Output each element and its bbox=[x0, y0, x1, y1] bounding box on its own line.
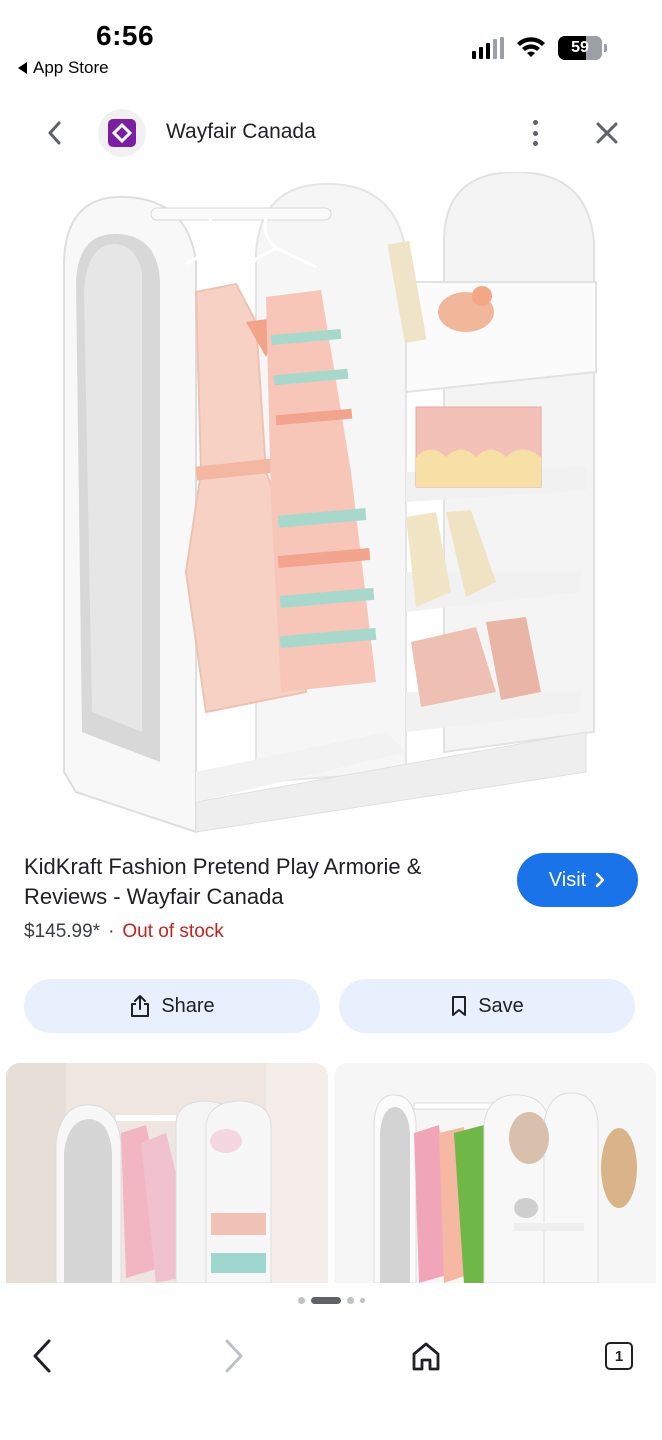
status-bar: 6:56 App Store 59 bbox=[0, 0, 662, 90]
share-label: Share bbox=[161, 994, 215, 1017]
battery-level: 59 bbox=[571, 39, 589, 56]
carousel-page-indicator bbox=[0, 1297, 662, 1304]
back-icon bbox=[33, 1339, 51, 1373]
tabs-button[interactable]: 1 bbox=[599, 1336, 639, 1376]
page-dot bbox=[297, 1297, 305, 1304]
product-price: $145.99* bbox=[24, 921, 101, 942]
wayfair-logo-icon bbox=[108, 119, 136, 147]
back-triangle-icon bbox=[18, 62, 27, 74]
page-dot bbox=[346, 1297, 354, 1304]
back-app-label: App Store bbox=[33, 58, 109, 77]
cellular-signal-icon bbox=[472, 37, 504, 59]
tabs-icon: 1 bbox=[605, 1342, 633, 1370]
share-button[interactable]: Share bbox=[24, 979, 320, 1033]
stock-status: Out of stock bbox=[122, 921, 224, 942]
close-icon[interactable] bbox=[592, 118, 622, 148]
share-icon bbox=[131, 995, 150, 1017]
related-image-thumbnail[interactable] bbox=[334, 1063, 656, 1283]
back-arrow-icon[interactable] bbox=[40, 118, 70, 148]
site-favicon[interactable] bbox=[98, 109, 146, 157]
battery-icon: 59 bbox=[558, 36, 607, 60]
bottom-toolbar: 1 bbox=[0, 1318, 662, 1398]
site-title[interactable]: Wayfair Canada bbox=[166, 120, 316, 144]
bookmark-icon bbox=[452, 996, 467, 1016]
browser-back-button[interactable] bbox=[22, 1336, 62, 1376]
price-separator: · bbox=[108, 921, 115, 942]
product-image[interactable] bbox=[56, 172, 606, 836]
home-icon bbox=[412, 1342, 440, 1371]
wifi-icon bbox=[517, 37, 545, 57]
visit-label: Visit bbox=[548, 868, 587, 891]
home-button[interactable] bbox=[406, 1336, 446, 1376]
save-button[interactable]: Save bbox=[339, 979, 635, 1033]
related-image-thumbnail[interactable] bbox=[6, 1063, 328, 1283]
visit-button[interactable]: Visit bbox=[517, 853, 638, 907]
page-dot-active bbox=[310, 1297, 341, 1304]
chevron-right-icon bbox=[595, 872, 605, 888]
more-options-icon[interactable] bbox=[522, 116, 548, 150]
product-title[interactable]: KidKraft Fashion Pretend Play Armorie & … bbox=[24, 852, 494, 912]
viewer-header: Wayfair Canada bbox=[0, 100, 662, 166]
price-line: $145.99* · Out of stock bbox=[24, 921, 224, 943]
back-to-app-link[interactable]: App Store bbox=[18, 58, 109, 78]
browser-forward-button[interactable] bbox=[214, 1336, 254, 1376]
status-time: 6:56 bbox=[96, 20, 155, 51]
save-label: Save bbox=[478, 994, 524, 1017]
forward-icon bbox=[225, 1339, 243, 1373]
page-dot bbox=[359, 1298, 365, 1303]
status-icons: 59 bbox=[472, 36, 607, 60]
